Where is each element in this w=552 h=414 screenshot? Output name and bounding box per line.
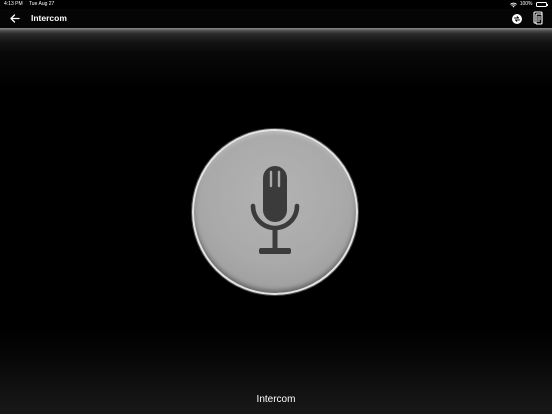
microphone-icon: [250, 166, 300, 254]
page-title: Intercom: [31, 13, 67, 23]
back-button[interactable]: [8, 11, 22, 25]
intercom-label: Intercom: [256, 394, 296, 405]
wifi-icon: [509, 0, 517, 9]
nav-bar: Intercom: [0, 9, 552, 28]
battery-percent: 100%: [519, 1, 533, 7]
manual-book-icon: [533, 11, 543, 25]
manual-button[interactable]: [532, 11, 544, 25]
status-date: Tue Aug 27: [28, 1, 55, 7]
status-time: 4:13 PM: [4, 1, 23, 7]
status-bar: 4:13 PM Tue Aug 27 100%: [0, 0, 552, 9]
swap-button[interactable]: [511, 12, 523, 24]
status-left: 4:13 PM Tue Aug 27: [4, 0, 59, 9]
status-right: 100%: [509, 0, 548, 9]
push-to-talk-button[interactable]: [192, 129, 358, 295]
arrow-left-icon: [10, 13, 20, 23]
swap-arrows-icon: [512, 14, 522, 24]
battery-icon: [535, 2, 548, 7]
